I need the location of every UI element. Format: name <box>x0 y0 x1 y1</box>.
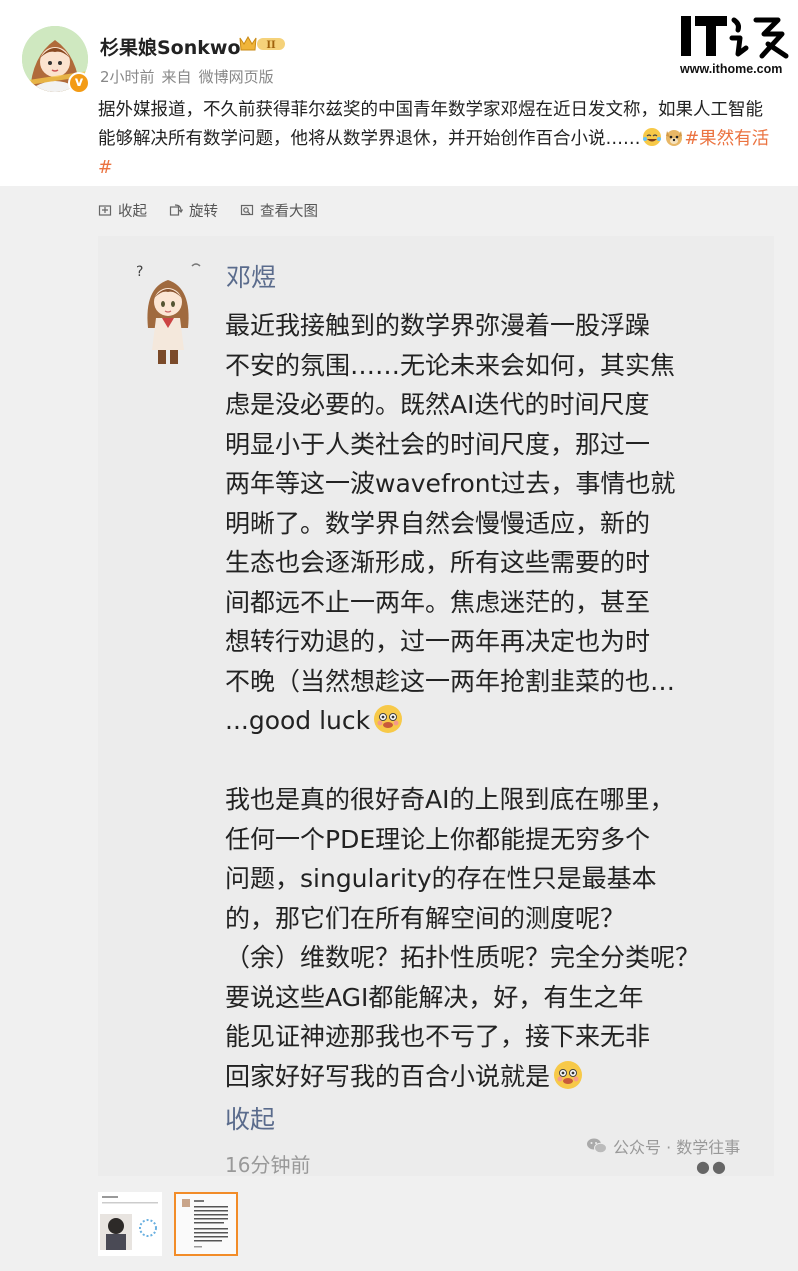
post-source: 微博网页版 <box>198 68 274 86</box>
wechat-icon <box>587 1138 607 1154</box>
user-avatar[interactable]: v <box>22 26 90 94</box>
post-text: 据外媒报道，不久前获得菲尔兹奖的中国青年数学家邓煜在近日发文称，如果人工智能能够… <box>98 96 778 183</box>
source-prefix: 来自 <box>161 68 192 86</box>
view-large-icon <box>240 204 254 216</box>
text-line: 我也是真的很好奇AI的上限到底在哪里， <box>225 785 675 814</box>
text-line: 想转行劝退的，过一两年再决定也为时 <box>225 627 651 656</box>
thumbnail-photo-icon <box>98 1192 162 1256</box>
wechat-watermark: 公众号 · 数学往事 <box>586 1134 740 1158</box>
last-line-text: 回家好好写我的百合小说就是 <box>225 1061 551 1091</box>
view-large-label: 查看大图 <box>260 203 318 220</box>
text-line: 两年等这一波wavefront过去，事情也就 <box>225 469 676 498</box>
weibo-post-header: v 杉果娘Sonkwo II 2小时前 来自 微博网页版 www.ithome.co… <box>0 0 798 186</box>
text-line: （余）维数呢？拓扑性质呢？完全分类呢？ <box>225 943 701 972</box>
paragraph-2: 我也是真的很好奇AI的上限到底在哪里， 任何一个PDE理论上你都能提无穷多个 问… <box>225 780 755 1096</box>
flushed-face-emoji-icon <box>554 1060 583 1089</box>
image-actions-bar: 收起 旋转 查看大图 <box>98 199 340 221</box>
text-line: 回家好好写我的百合小说就是 <box>225 1057 755 1097</box>
anime-avatar-icon: ? <box>136 263 201 364</box>
thumbnail-1[interactable] <box>98 1192 162 1256</box>
good-luck-text: ...good luck <box>225 706 371 735</box>
more-dots-icon: ●● <box>696 1157 728 1176</box>
post-meta: 2小时前 来自 微博网页版 <box>100 66 281 87</box>
rotate-icon <box>169 204 183 216</box>
text-line: 能见证神迹那我也不亏了，接下来无非 <box>225 1022 651 1051</box>
screenshot-body: 最近我接触到的数学界弥漫着一股浮躁 不安的氛围……无论未来会如何，其实焦 虑是没… <box>225 306 755 1136</box>
screenshot-author-name: 邓煜 <box>226 263 277 292</box>
text-line: 不安的氛围……无论未来会如何，其实焦 <box>225 350 676 380</box>
text-line: 问题，singularity的存在性只是最基本 <box>225 864 657 893</box>
text-line: 的，那它们在所有解空间的测度呢？ <box>225 903 626 933</box>
text-line: 明显小于人类社会的时间尺度，那过一 <box>225 429 651 459</box>
text-line: 生态也会逐渐形成，所有这些需要的时 <box>225 548 651 577</box>
screenshot-collapse-link: 收起 <box>225 1105 276 1134</box>
rotate-label: 旋转 <box>189 203 218 220</box>
text-line: 不晚（当然想趁这一两年抢割韭菜的也… <box>225 666 676 696</box>
doge-emoji-icon <box>665 130 682 146</box>
collapse-icon <box>98 205 112 216</box>
rotate-button[interactable]: 旋转 <box>169 199 218 221</box>
view-large-button[interactable]: 查看大图 <box>240 199 318 221</box>
text-line: ...good luck <box>225 701 755 741</box>
text-line: 明晰了。数学界自然会慢慢适应，新的 <box>225 508 651 538</box>
svg-text:?: ? <box>136 264 143 280</box>
ithome-url: www.ithome.com <box>680 62 783 76</box>
verified-badge-icon: v <box>68 72 90 94</box>
screenshot-time: 16分钟前 <box>225 1153 311 1176</box>
vip-level-badge-icon: II <box>239 35 285 51</box>
text-line: 间都远不止一两年。焦虑迷茫的，甚至 <box>225 587 651 617</box>
watermark-text: 公众号 · 数学往事 <box>613 1138 741 1157</box>
thumbnail-text-icon <box>176 1194 236 1254</box>
paragraph-1: 最近我接触到的数学界弥漫着一股浮躁 不安的氛围……无论未来会如何，其实焦 虑是没… <box>225 306 755 741</box>
vip-level-text: II <box>266 40 276 51</box>
text-line: 虑是没必要的。既然AI迭代的时间尺度 <box>225 390 650 419</box>
laughing-tears-emoji-icon <box>642 128 661 146</box>
expanded-image[interactable]: ? 邓煜 最近我接触到的数学界弥漫着一股浮躁 不安的氛围……无论未来会如何，其实… <box>98 236 774 1176</box>
post-time[interactable]: 2小时前 <box>100 68 155 86</box>
image-thumbnails <box>98 1192 250 1256</box>
collapse-label: 收起 <box>118 203 147 220</box>
text-line: 要说这些AGI都能解决，好，有生之年 <box>225 982 644 1012</box>
thumbnail-2-active[interactable] <box>174 1192 238 1256</box>
text-line: 最近我接触到的数学界弥漫着一股浮躁 <box>225 311 651 340</box>
text-line: 任何一个PDE理论上你都能提无穷多个 <box>225 824 651 854</box>
collapse-button[interactable]: 收起 <box>98 199 147 221</box>
flushed-face-emoji-icon <box>374 705 403 733</box>
user-name[interactable]: 杉果娘Sonkwo <box>100 33 241 60</box>
